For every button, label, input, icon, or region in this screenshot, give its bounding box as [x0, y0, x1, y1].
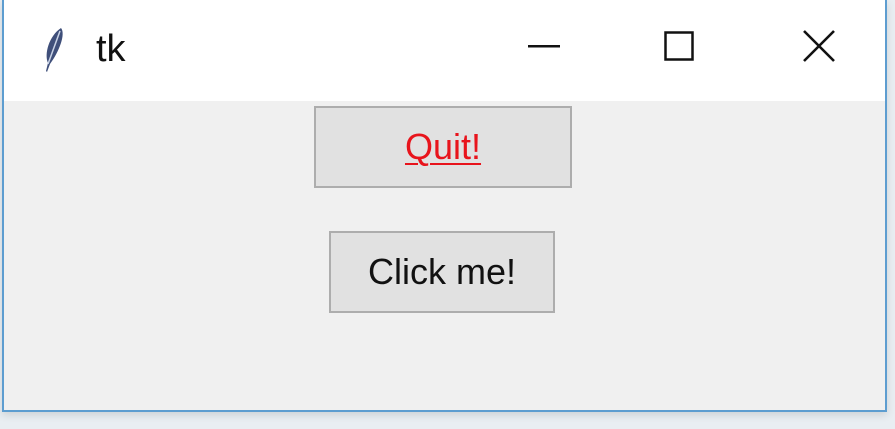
maximize-button[interactable]	[614, 0, 744, 92]
maximize-icon	[664, 31, 694, 61]
feather-icon	[39, 26, 67, 76]
title-bar[interactable]: tk	[4, 0, 885, 101]
minimize-icon	[528, 44, 560, 48]
window-title: tk	[96, 28, 126, 70]
close-button[interactable]	[754, 0, 884, 92]
quit-button[interactable]: Quit!	[314, 106, 572, 188]
minimize-button[interactable]	[479, 0, 609, 92]
click-me-button[interactable]: Click me!	[329, 231, 555, 313]
tk-window: tk Quit! Click me!	[2, 0, 887, 412]
quit-button-label: Quit!	[404, 126, 482, 167]
close-icon	[803, 30, 835, 62]
click-me-button-label: Click me!	[367, 251, 516, 292]
